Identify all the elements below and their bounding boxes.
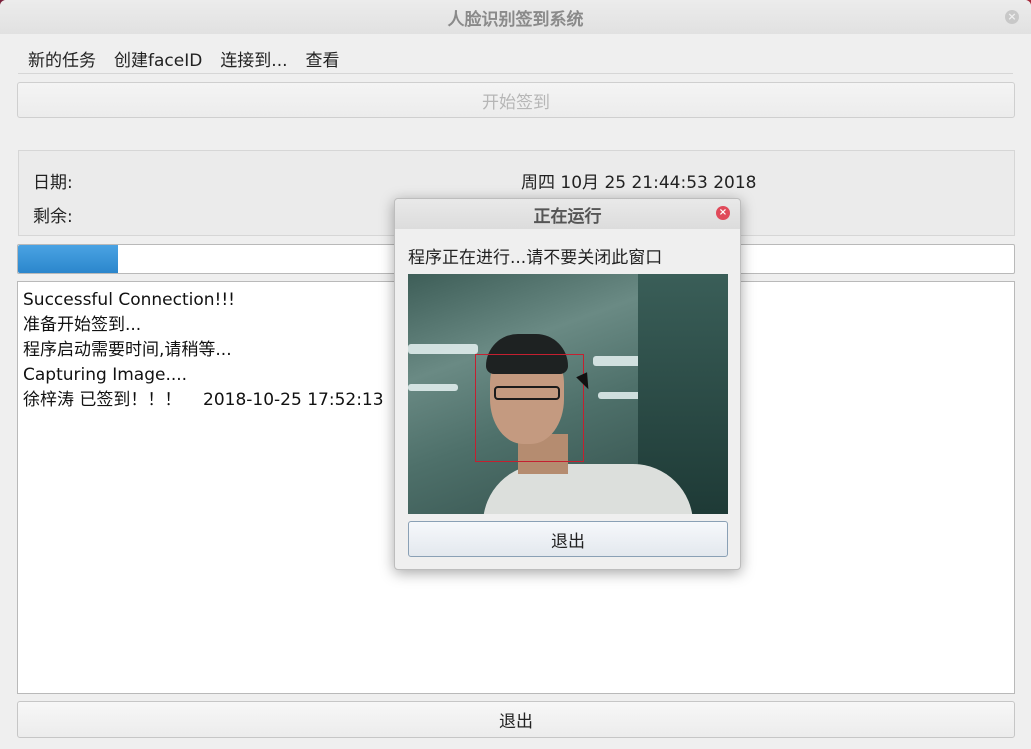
dialog-title: 正在运行 bbox=[533, 206, 602, 227]
face-detection-box bbox=[475, 354, 584, 462]
menu-item-connect[interactable]: 连接到... bbox=[210, 46, 295, 71]
remaining-label: 剩余: bbox=[33, 207, 73, 227]
dialog-message: 程序正在进行...请不要关闭此窗口 bbox=[408, 248, 663, 268]
dialog-title-bar: 正在运行 × bbox=[395, 199, 740, 229]
date-value: 周四 10月 25 21:44:53 2018 bbox=[521, 173, 757, 193]
menu-bar: 新的任务 创建faceID 连接到... 查看 bbox=[18, 44, 1013, 74]
camera-preview bbox=[408, 274, 728, 514]
progress-fill bbox=[18, 245, 118, 273]
date-label: 日期: bbox=[33, 173, 73, 193]
menu-item-view[interactable]: 查看 bbox=[296, 46, 348, 71]
dialog-exit-button[interactable]: 退出 bbox=[408, 521, 728, 557]
menu-item-new-task[interactable]: 新的任务 bbox=[18, 46, 104, 71]
start-checkin-button[interactable]: 开始签到 bbox=[17, 82, 1015, 118]
ceiling-light bbox=[408, 344, 478, 354]
dialog-close-icon[interactable]: × bbox=[716, 206, 730, 220]
running-dialog: 正在运行 × 程序正在进行...请不要关闭此窗口 退出 bbox=[394, 198, 741, 570]
window-title: 人脸识别签到系统 bbox=[447, 9, 584, 30]
title-bar: 人脸识别签到系统 × bbox=[0, 0, 1031, 34]
exit-button[interactable]: 退出 bbox=[17, 701, 1015, 738]
menu-item-create-faceid[interactable]: 创建faceID bbox=[104, 46, 210, 71]
close-icon[interactable]: × bbox=[1005, 10, 1019, 24]
ceiling-light bbox=[408, 384, 458, 391]
person-shirt bbox=[483, 464, 693, 514]
